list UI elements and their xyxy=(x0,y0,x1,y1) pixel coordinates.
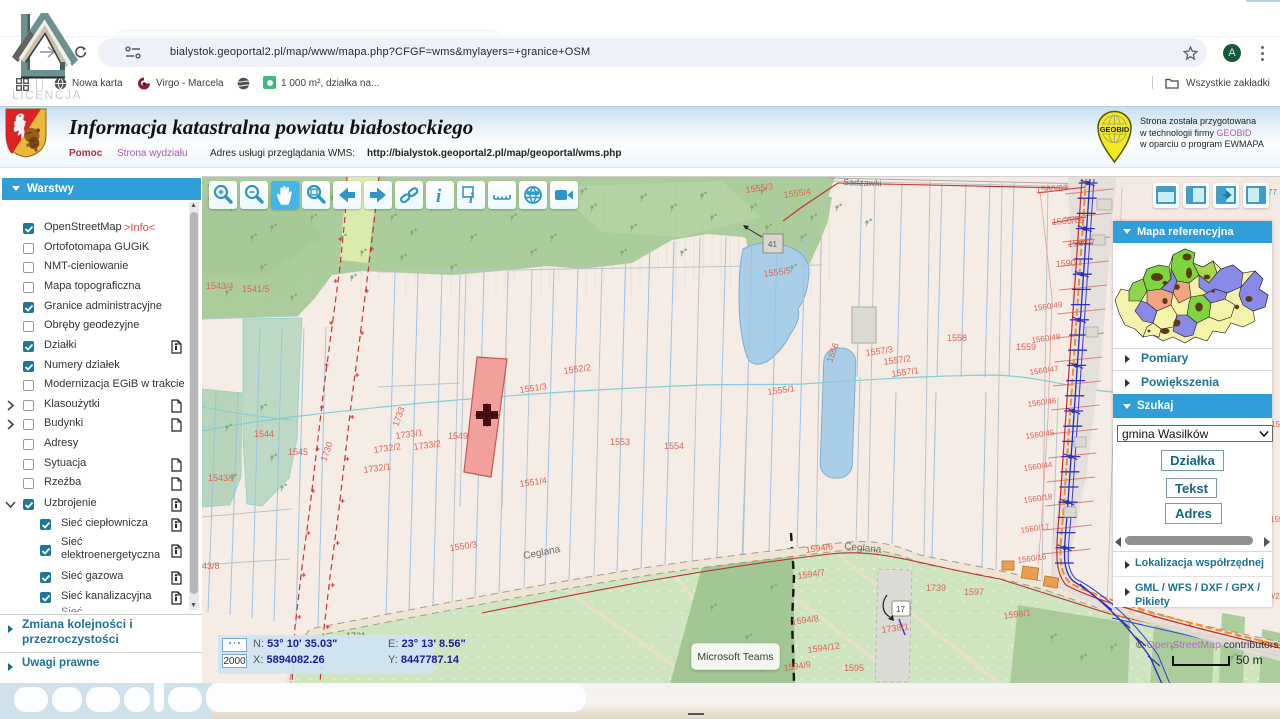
svg-text:43/8: 43/8 xyxy=(202,561,220,571)
svg-text:1558: 1558 xyxy=(947,333,967,343)
svg-text:GEOBID: GEOBID xyxy=(1100,125,1130,134)
svg-text:1554: 1554 xyxy=(664,441,684,451)
svg-text:1543/7: 1543/7 xyxy=(208,473,236,483)
svg-text:1553: 1553 xyxy=(610,437,630,447)
svg-text:1545: 1545 xyxy=(288,447,308,457)
svg-text:17: 17 xyxy=(896,605,905,614)
svg-text:1549: 1549 xyxy=(448,431,468,441)
svg-text:41: 41 xyxy=(768,240,777,249)
svg-text:77: 77 xyxy=(1268,188,1277,197)
svg-text:LICENCJA: LICENCJA xyxy=(12,88,82,102)
svg-text:1560/7: 1560/7 xyxy=(1067,237,1095,249)
svg-text:Sadzawki: Sadzawki xyxy=(843,177,882,188)
svg-text:i: i xyxy=(436,186,442,207)
svg-text:1739: 1739 xyxy=(926,583,946,593)
svg-text:1543/4: 1543/4 xyxy=(206,281,234,291)
svg-text:1595: 1595 xyxy=(844,663,864,673)
svg-text:1544: 1544 xyxy=(254,429,274,439)
svg-text:1597: 1597 xyxy=(964,587,984,597)
svg-text:1590: 1590 xyxy=(1055,258,1076,269)
svg-text:1541/5: 1541/5 xyxy=(242,284,270,294)
